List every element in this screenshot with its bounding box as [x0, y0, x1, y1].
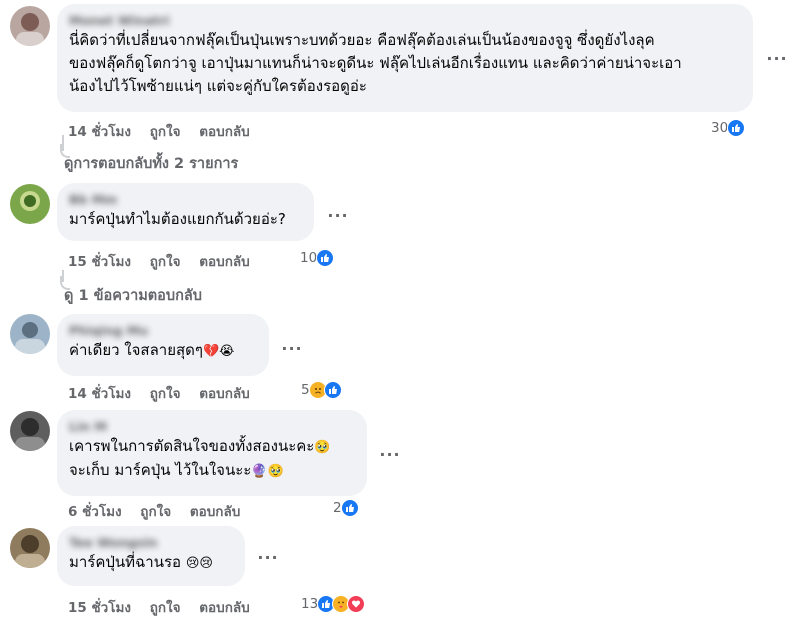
like-reaction-icon	[316, 249, 335, 267]
comment-time[interactable]: 14 ชั่วโมง	[68, 124, 131, 140]
comment-text: เคารพในการตัดสินใจของทั้งสองนะคะ🥹	[69, 435, 355, 459]
comment-5: Tee Wongsin มาร์คปุ่นที่ฉานรอ 😢😢 ··· 15 …	[0, 524, 800, 622]
profile-photo	[10, 6, 50, 46]
profile-photo	[10, 528, 50, 568]
reply-button[interactable]: ตอบกลับ	[190, 504, 240, 520]
comment-bubble: Tee Wongsin มาร์คปุ่นที่ฉานรอ 😢😢	[57, 526, 245, 586]
reaction-count: 30	[711, 120, 729, 136]
comment-bubble: Monet Winatri นี่คิดว่าที่เปลี่ยนจากฟลุ๊…	[57, 4, 753, 112]
profile-photo	[10, 184, 50, 224]
like-button[interactable]: ถูกใจ	[150, 600, 181, 616]
thread-connector	[60, 144, 70, 158]
comment-time[interactable]: 6 ชั่วโมง	[68, 504, 122, 520]
crying-face-icon: 😢😢	[185, 556, 213, 571]
like-reaction-icon	[340, 499, 359, 517]
comment-2: Bb Mm มาร์คปุ่นทำไมต้องแยกกันด้วยอ่ะ? ··…	[0, 180, 800, 305]
comment-4: Lin M เคารพในการตัดสินใจของทั้งสองนะคะ🥹 …	[0, 408, 800, 520]
broken-heart-icon: 💔😭	[202, 344, 235, 359]
comment-text-line-1: เคารพในการตัดสินใจของทั้งสองนะคะ	[69, 437, 315, 455]
comment-text: จะเก็บ มาร์คปุ่น ไว้ในใจนะะ🔮🥹	[69, 459, 355, 483]
comment-3: Phiqing Mu ค่าเดียว ใจสลายสุดๆ💔😭 ··· 14 …	[0, 312, 800, 402]
like-reaction-icon	[323, 381, 342, 399]
comment-text: มาร์คปุ่นที่ฉานรอ 😢😢	[69, 551, 233, 575]
comment-bubble: Phiqing Mu ค่าเดียว ใจสลายสุดๆ💔😭	[57, 314, 269, 376]
like-button[interactable]: ถูกใจ	[150, 124, 181, 140]
crystal-ball-icon: 🔮🥹	[251, 464, 284, 479]
comment-text-body: ค่าเดียว ใจสลายสุดๆ	[69, 341, 203, 359]
comment-text-line-2: จะเก็บ มาร์คปุ่น ไว้ในใจนะะ	[69, 461, 252, 479]
love-reaction-icon	[347, 595, 366, 613]
reaction-summary[interactable]: 5	[301, 381, 342, 399]
view-replies-link[interactable]: ดูการตอบกลับทั้ง 2 รายการ	[60, 144, 239, 175]
like-button[interactable]: ถูกใจ	[150, 386, 181, 402]
comment-text-body: มาร์คปุ่นที่ฉานรอ	[69, 553, 182, 571]
comment-actions: 14 ชั่วโมง ถูกใจ ตอบกลับ	[68, 382, 264, 404]
comment-bubble: Bb Mm มาร์คปุ่นทำไมต้องแยกกันด้วยอ่ะ?	[57, 183, 314, 241]
comment-actions: 15 ชั่วโมง ถูกใจ ตอบกลับ	[68, 250, 264, 272]
reaction-count: 10	[300, 250, 318, 266]
view-replies-label: ดู 1 ข้อความตอบกลับ	[64, 288, 202, 304]
comment-time[interactable]: 15 ชั่วโมง	[68, 600, 131, 616]
comment-author[interactable]: Lin M	[69, 418, 355, 435]
comment-author[interactable]: Monet Winatri	[69, 12, 741, 29]
avatar[interactable]	[10, 411, 50, 451]
like-button[interactable]: ถูกใจ	[150, 254, 181, 270]
comment-actions: 6 ชั่วโมง ถูกใจ ตอบกลับ	[68, 500, 254, 522]
comment-time[interactable]: 15 ชั่วโมง	[68, 254, 131, 270]
pleading-face-icon: 🥹	[314, 440, 331, 455]
more-options-icon[interactable]: ···	[378, 447, 402, 466]
reply-button[interactable]: ตอบกลับ	[199, 386, 249, 402]
reaction-summary[interactable]: 2	[333, 499, 359, 517]
comment-text: นี่คิดว่าที่เปลี่ยนจากฟลุ๊คเป็นปุ่นเพราะ…	[69, 31, 682, 95]
reaction-summary[interactable]: 13	[301, 595, 366, 613]
comment-actions: 14 ชั่วโมง ถูกใจ ตอบกลับ	[68, 120, 264, 142]
view-replies-label: ดูการตอบกลับทั้ง 2 รายการ	[64, 156, 239, 172]
reply-button[interactable]: ตอบกลับ	[199, 124, 249, 140]
reply-button[interactable]: ตอบกลับ	[199, 600, 249, 616]
comment-author[interactable]: Bb Mm	[69, 191, 302, 208]
reaction-summary[interactable]: 30	[711, 119, 746, 137]
comment-author[interactable]: Phiqing Mu	[69, 322, 257, 339]
avatar[interactable]	[10, 314, 50, 354]
thread-connector	[60, 276, 70, 290]
like-reaction-icon	[727, 119, 746, 137]
profile-photo	[10, 314, 50, 354]
more-options-icon[interactable]: ···	[280, 341, 304, 360]
avatar[interactable]	[10, 184, 50, 224]
reaction-summary[interactable]: 10	[300, 249, 335, 267]
comment-1: Monet Winatri นี่คิดว่าที่เปลี่ยนจากฟลุ๊…	[0, 0, 800, 172]
comment-text: มาร์คปุ่นทำไมต้องแยกกันด้วยอ่ะ?	[69, 210, 286, 228]
profile-photo	[10, 411, 50, 451]
reaction-count: 13	[301, 596, 319, 612]
comment-time[interactable]: 14 ชั่วโมง	[68, 386, 131, 402]
view-replies-link[interactable]: ดู 1 ข้อความตอบกลับ	[60, 276, 202, 307]
like-button[interactable]: ถูกใจ	[140, 504, 171, 520]
reply-button[interactable]: ตอบกลับ	[199, 254, 249, 270]
comment-text: ค่าเดียว ใจสลายสุดๆ💔😭	[69, 339, 257, 363]
comment-bubble: Lin M เคารพในการตัดสินใจของทั้งสองนะคะ🥹 …	[57, 410, 367, 496]
comment-author[interactable]: Tee Wongsin	[69, 534, 233, 551]
more-options-icon[interactable]: ···	[326, 208, 350, 227]
more-options-icon[interactable]: ···	[765, 51, 789, 70]
avatar[interactable]	[10, 528, 50, 568]
avatar[interactable]	[10, 6, 50, 46]
more-options-icon[interactable]: ···	[256, 550, 280, 569]
comment-actions: 15 ชั่วโมง ถูกใจ ตอบกลับ	[68, 596, 264, 618]
